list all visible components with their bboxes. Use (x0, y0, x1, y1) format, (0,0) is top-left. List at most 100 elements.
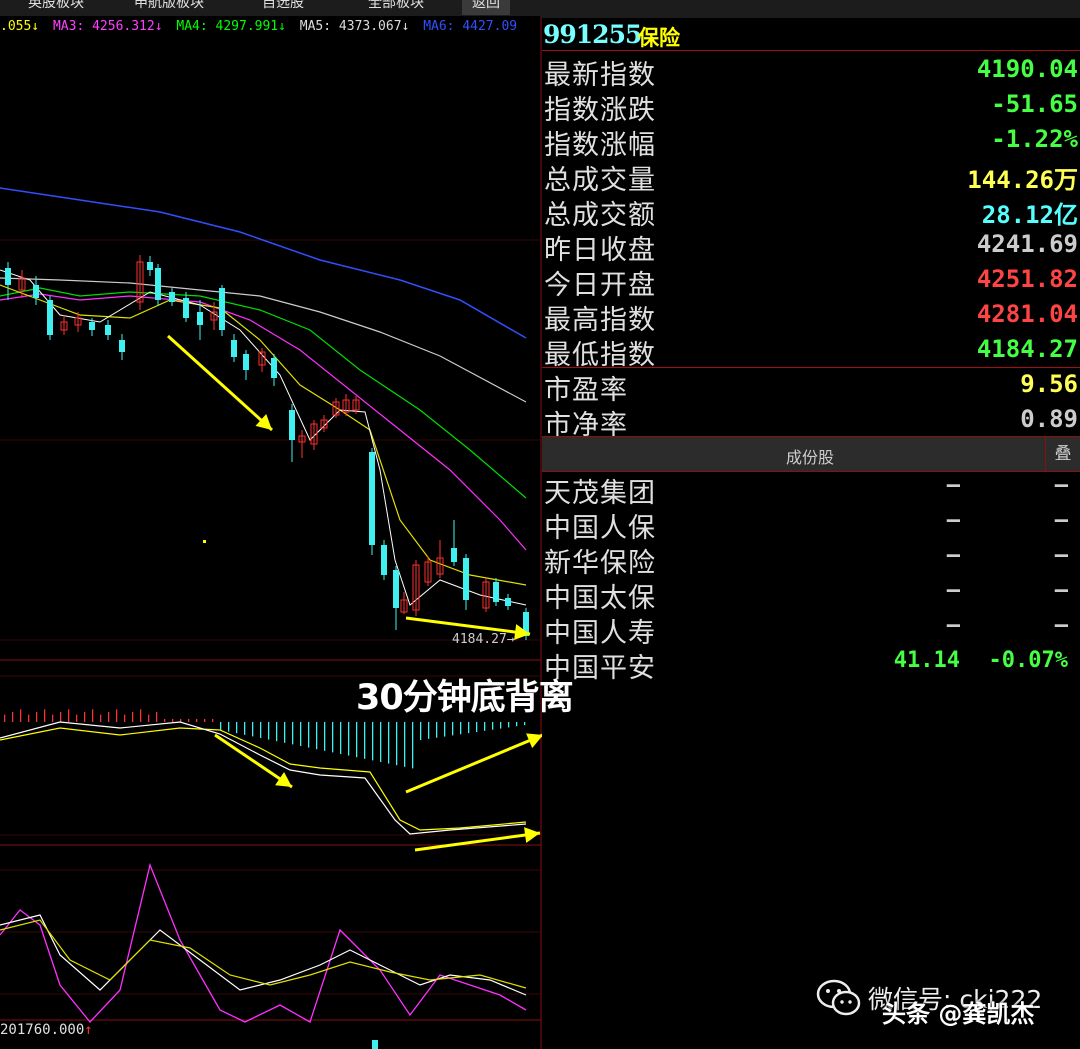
candle-body (183, 298, 189, 318)
kdj-d-line (0, 919, 527, 989)
quote-value: 144.26万 (967, 166, 1078, 194)
ma1-line (0, 269, 527, 606)
divergence-arrow-up (405, 733, 542, 794)
watermark: 微信号: ckj222 头条 @龚凯杰 (816, 972, 1080, 1032)
macd-bar (436, 722, 438, 738)
quote-row: 昨日收盘 4241.69 (542, 228, 1080, 266)
ratio-value: 0.89 (1020, 405, 1078, 433)
security-header: 991255 保险 (542, 18, 1080, 51)
ratio-value: 9.56 (1020, 370, 1078, 398)
macd-bar (172, 719, 174, 722)
macd-bar (44, 709, 46, 722)
volume-label: 201760.000↑ (0, 1022, 93, 1038)
quote-row: 最低指数 4184.27 (542, 333, 1080, 371)
macd-low-arrow (414, 831, 541, 852)
candle-body (197, 312, 203, 325)
constituents-header[interactable]: 成份股 叠 (542, 436, 1080, 472)
macd-bar (468, 722, 470, 734)
macd-bar (276, 722, 278, 742)
macd-bar (28, 714, 30, 722)
macd-bar (188, 719, 190, 722)
candle-body (147, 262, 153, 270)
constituent-row[interactable]: 中国太保 — — (542, 576, 1080, 614)
candle-body (155, 268, 161, 300)
macd-bar (252, 722, 254, 737)
constituent-change: — (1054, 613, 1068, 638)
constituent-row[interactable]: 新华保险 — — (542, 541, 1080, 579)
macd-bar (396, 722, 398, 766)
quote-label: 总成交量 (544, 165, 656, 196)
macd-bar (300, 722, 302, 746)
macd-bar (308, 722, 310, 748)
candle-body (119, 340, 125, 352)
macd-bar (228, 722, 230, 732)
macd-bar (412, 722, 414, 769)
panel-header-strip (540, 0, 1080, 18)
macd-bar (380, 722, 382, 762)
quote-row: 总成交量 144.26万 (542, 158, 1080, 196)
quote-label: 指数涨幅 (544, 130, 656, 161)
macd-bar (148, 714, 150, 722)
candle-body (243, 354, 249, 370)
constituent-price: — (946, 473, 960, 498)
ma-legend-item-1: MA3: 4256.312↓ (52, 19, 163, 34)
security-name: 保险 (638, 26, 680, 50)
macd-bar (516, 722, 518, 727)
ma-legend-item-3: MA5: 4373.067↓ (299, 19, 410, 34)
macd-bar (292, 722, 294, 745)
kline-chart[interactable] (0, 0, 542, 1049)
macd-bar (452, 722, 454, 736)
security-code: 991255 (543, 20, 642, 49)
macd-bar (36, 712, 38, 722)
candle-body (493, 582, 499, 602)
constituent-row[interactable]: 中国人寿 — — (542, 611, 1080, 649)
candle-body (89, 322, 95, 330)
macd-bar (108, 712, 110, 722)
quote-label: 最高指数 (544, 305, 656, 336)
macd-bar (124, 714, 126, 722)
constituent-row[interactable]: 中国平安 41.14 -0.07% (542, 646, 1080, 684)
macd-bar (100, 714, 102, 722)
kdj-j-line (0, 862, 527, 1023)
overlay-toggle-button[interactable]: 叠 (1045, 437, 1080, 471)
macd-dif-line (0, 721, 527, 835)
quote-value: 4241.69 (976, 230, 1078, 258)
candle-body (169, 292, 175, 302)
ma6-line (0, 187, 527, 339)
macd-bar (20, 709, 22, 722)
quote-label: 最新指数 (544, 60, 656, 91)
candle-body (271, 358, 277, 378)
macd-bar (364, 722, 366, 759)
constituent-row[interactable]: 天茂集团 — — (542, 471, 1080, 509)
quote-value: -1.22% (991, 125, 1078, 153)
constituent-change: -0.07% (988, 648, 1068, 673)
quote-value: 4251.82 (976, 265, 1078, 293)
candle-body (289, 410, 295, 440)
candle-body (451, 548, 457, 562)
constituent-change: — (1054, 578, 1068, 603)
trend-arrow-down (166, 334, 274, 432)
constituent-name: 中国人保 (544, 513, 656, 544)
watermark-author: 头条 @龚凯杰 (882, 1000, 1035, 1028)
quote-value: 4190.04 (976, 55, 1078, 83)
macd-bar (68, 709, 70, 722)
macd-bar (428, 722, 430, 739)
quote-row: 总成交额 28.12亿 (542, 193, 1080, 231)
ma-legend-item-2: MA4: 4297.991↓ (176, 19, 286, 34)
macd-bar (332, 722, 334, 753)
macd-bar (484, 722, 486, 731)
ma-legend-item-0: .055↓ (0, 19, 40, 34)
constituent-name: 中国平安 (544, 653, 656, 684)
macd-bar (76, 714, 78, 722)
low-price-tag: 4184.27→ (452, 632, 515, 647)
wechat-icon (816, 979, 861, 1016)
macd-bar (4, 714, 6, 722)
constituent-price: 41.14 (893, 648, 960, 673)
candle-body (505, 598, 511, 606)
constituent-change: — (1054, 543, 1068, 568)
ratio-row: 市净率 0.89 (542, 403, 1080, 441)
constituent-row[interactable]: 中国人保 — — (542, 506, 1080, 544)
macd-bar (196, 719, 198, 722)
macd-dea-line (0, 727, 527, 831)
constituent-price: — (946, 578, 960, 603)
